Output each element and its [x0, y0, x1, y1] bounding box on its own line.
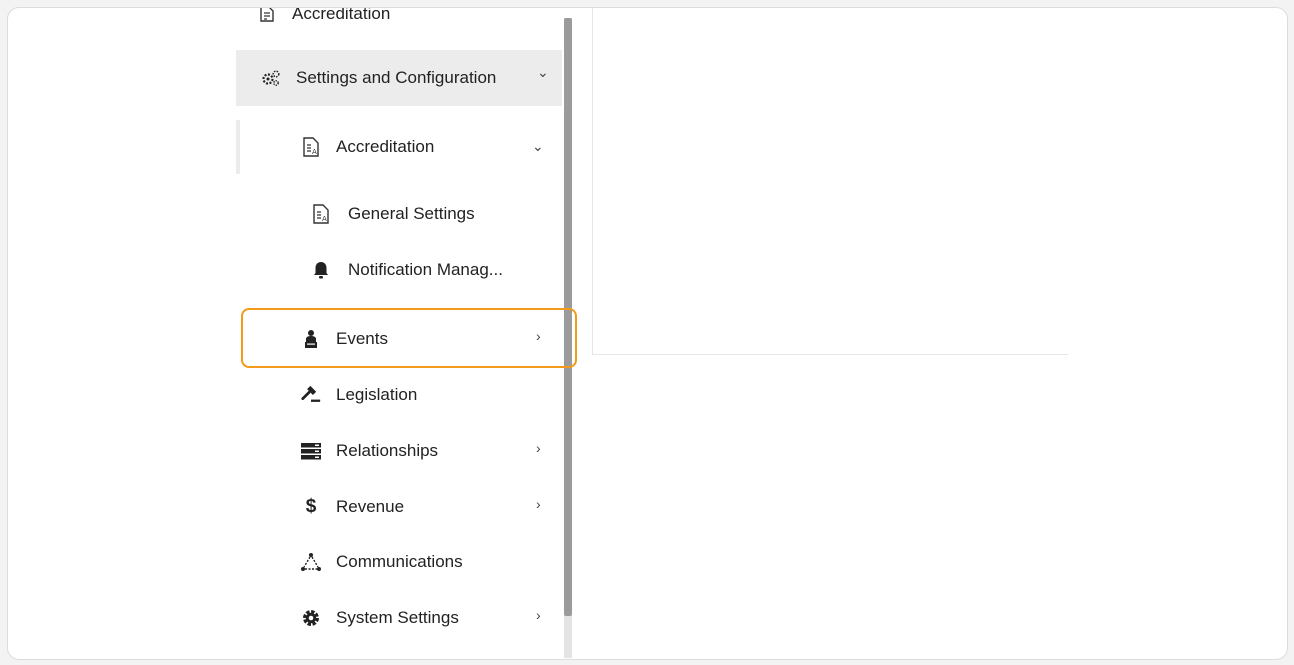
sidebar-item-settings-and-configuration[interactable]: Settings and Configuration ⌄: [236, 50, 562, 106]
sidebar-item-revenue[interactable]: $ Revenue ›: [236, 482, 562, 532]
chevron-right-icon: ›: [536, 607, 541, 623]
sidebar-item-relationships[interactable]: Relationships ›: [236, 426, 562, 476]
sidebar-item-label: Notification Manag...: [348, 260, 503, 279]
sidebar-item-label: General Settings: [348, 204, 475, 223]
app-window: Accreditation Settings and Configuration…: [7, 7, 1288, 660]
sidebar-item-label: Legislation: [336, 385, 418, 404]
chevron-right-icon: ›: [536, 440, 541, 456]
dollar-icon: $: [305, 496, 317, 517]
gear-icon: [300, 607, 322, 629]
svg-text:A: A: [322, 215, 327, 223]
document-icon: A: [300, 136, 322, 158]
chevron-down-icon: ⌄: [537, 64, 549, 80]
sidebar-item-communications[interactable]: Communications: [236, 537, 562, 587]
server-icon: [300, 440, 322, 462]
content-panel: [592, 8, 1068, 355]
network-icon: [300, 551, 322, 573]
bell-icon: [310, 259, 332, 281]
gavel-icon: [300, 384, 322, 406]
sidebar-item-accreditation[interactable]: A Accreditation ⌄: [236, 120, 562, 174]
sidebar-item-legislation[interactable]: Legislation: [236, 370, 562, 420]
sidebar-item-label: Relationships: [336, 441, 439, 460]
sidebar-item-label: Revenue: [336, 497, 405, 516]
sidebar-item-label: Accreditation: [292, 7, 391, 23]
svg-text:A: A: [312, 148, 317, 156]
highlight-box: [241, 308, 577, 368]
sidebar-item-label: System Settings: [336, 608, 459, 627]
chevron-right-icon: ›: [536, 496, 541, 512]
gears-icon: [260, 67, 282, 89]
sidebar-item-notification-management[interactable]: Notification Manag...: [236, 245, 562, 295]
sidebar-item-label: Settings and Configuration: [296, 68, 497, 87]
sidebar-item-general-settings[interactable]: A General Settings: [236, 189, 562, 239]
sidebar-item-label: Accreditation: [336, 137, 435, 156]
document-icon: A: [310, 203, 332, 225]
sidebar-item-system-settings[interactable]: System Settings ›: [236, 593, 562, 643]
sidebar-item-label: Communications: [336, 552, 463, 571]
sidebar-item-accreditation-top[interactable]: Accreditation: [256, 7, 582, 29]
document-icon: [256, 8, 278, 25]
chevron-down-icon: ⌄: [532, 138, 544, 154]
